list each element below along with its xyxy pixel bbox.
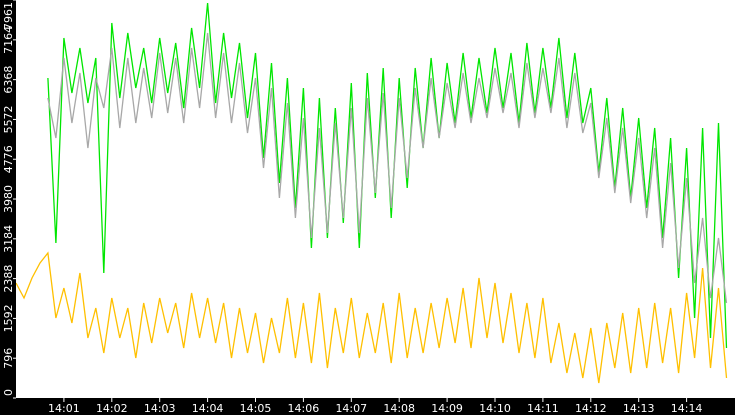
x-tick-label: 14:12 <box>575 402 607 415</box>
y-tick-label: 5572 <box>2 105 15 133</box>
x-tick-label: 14:11 <box>527 402 559 415</box>
y-tick-label: 796 <box>2 348 15 369</box>
y-tick-label: 1592 <box>2 304 15 332</box>
x-tick-label: 14:08 <box>383 402 415 415</box>
x-tick-label: 14:02 <box>96 402 128 415</box>
x-tick-label: 14:01 <box>48 402 80 415</box>
x-tick-label: 14:04 <box>192 402 224 415</box>
line-chart: 0796159223883184398047765572636871647961… <box>0 0 735 415</box>
y-tick-label: 0 <box>2 389 15 396</box>
y-tick-label: 7961 <box>2 2 15 30</box>
y-tick-label: 3980 <box>2 185 15 213</box>
y-tick-label: 3184 <box>2 225 15 253</box>
x-tick-label: 14:07 <box>335 402 367 415</box>
y-tick-label: 4776 <box>2 145 15 173</box>
x-tick-label: 14:09 <box>431 402 463 415</box>
x-tick-label: 14:03 <box>144 402 176 415</box>
x-tick-label: 14:05 <box>240 402 272 415</box>
x-tick-label: 14:06 <box>288 402 320 415</box>
x-tick-label: 14:10 <box>479 402 511 415</box>
y-tick-label: 6368 <box>2 66 15 94</box>
x-tick-label: 14:14 <box>671 402 703 415</box>
y-tick-label: 2388 <box>2 265 15 293</box>
x-tick-label: 14:13 <box>623 402 655 415</box>
